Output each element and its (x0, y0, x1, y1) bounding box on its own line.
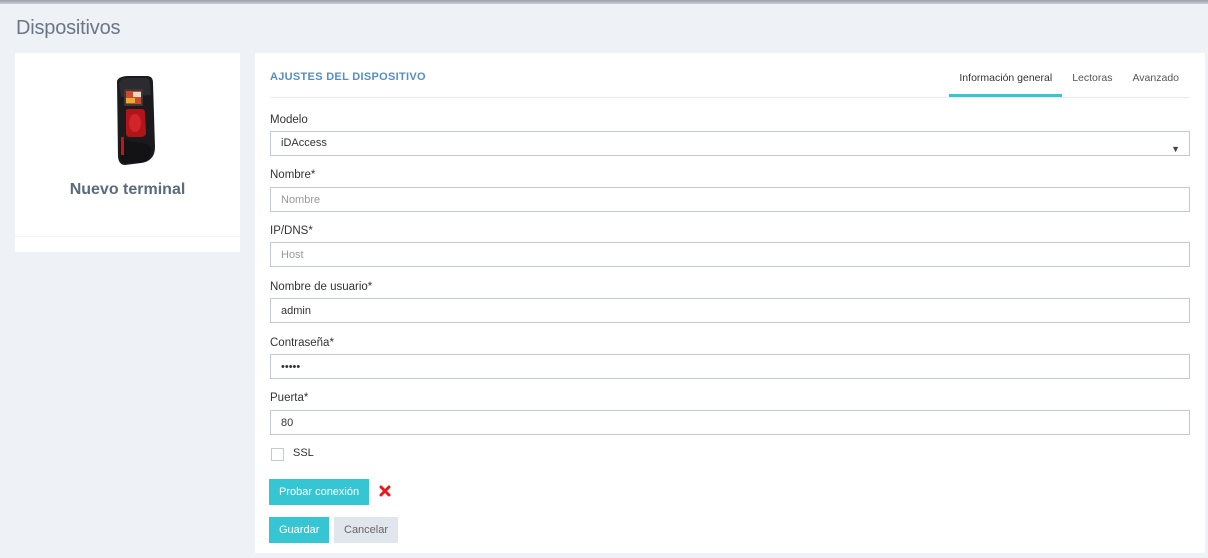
port-label: Puerta* (270, 392, 309, 404)
tab-readers[interactable]: Lectoras (1062, 64, 1122, 97)
top-bar (0, 0, 1208, 4)
chevron-down-icon: ▼ (1171, 144, 1180, 154)
error-x-icon (379, 485, 391, 497)
model-select[interactable]: iDAccess ▼ (270, 131, 1190, 156)
settings-tabs: Información general Lectoras Avanzado (949, 64, 1189, 97)
page-title: Dispositivos (16, 17, 121, 39)
password-input[interactable] (270, 354, 1190, 379)
host-input[interactable] (270, 242, 1190, 267)
name-label: Nombre* (270, 169, 316, 181)
model-selected-value: iDAccess (281, 137, 327, 149)
ssl-label: SSL (293, 447, 314, 459)
model-label: Modelo (270, 114, 308, 126)
device-name: Nuevo terminal (69, 181, 186, 198)
header-divider (270, 97, 1190, 98)
section-title: AJUSTES DEL DISPOSITIVO (270, 71, 426, 83)
device-card: Nuevo terminal (15, 53, 240, 252)
cancel-button[interactable]: Cancelar (334, 517, 399, 543)
ssl-checkbox[interactable] (271, 448, 284, 461)
name-input[interactable] (270, 187, 1190, 212)
save-button[interactable]: Guardar (269, 517, 330, 543)
password-label: Contraseña* (270, 337, 334, 349)
host-label: IP/DNS* (270, 225, 313, 237)
test-connection-button[interactable]: Probar conexión (269, 479, 370, 505)
username-input[interactable] (270, 298, 1190, 323)
username-label: Nombre de usuario* (270, 281, 373, 293)
tab-general-info[interactable]: Información general (949, 64, 1063, 97)
tab-advanced[interactable]: Avanzado (1122, 64, 1189, 97)
terminal-device-image (117, 76, 155, 165)
port-input[interactable] (270, 410, 1190, 435)
card-divider (15, 236, 240, 237)
device-settings-panel: AJUSTES DEL DISPOSITIVO Información gene… (255, 53, 1205, 553)
